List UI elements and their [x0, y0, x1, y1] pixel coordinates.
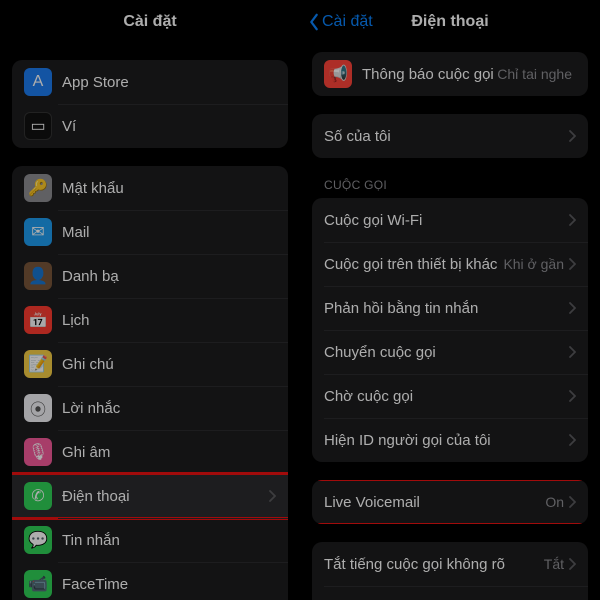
- sms-reply-row[interactable]: Phản hồi bằng tin nhắn: [312, 286, 588, 330]
- silence-unknown-row[interactable]: Tắt tiếng cuộc gọi không rõTắt: [312, 542, 588, 586]
- chevron-right-icon: [568, 346, 576, 358]
- voice-memo-label: Ghi âm: [62, 444, 276, 461]
- mail-label: Mail: [62, 224, 276, 241]
- chevron-right-icon: [568, 496, 576, 508]
- left-header: Cài đặt: [0, 0, 300, 44]
- sidebar-item-mail[interactable]: ✉︎ Mail: [12, 210, 288, 254]
- reminders-label: Lời nhắc: [62, 400, 276, 417]
- chevron-right-icon: [268, 490, 276, 502]
- phone-label: Điện thoại: [62, 488, 268, 505]
- chevron-right-icon: [568, 258, 576, 270]
- left-group-1: A App Store ▭ Ví: [12, 60, 288, 148]
- sidebar-item-passwords[interactable]: 🔑 Mật khẩu: [12, 166, 288, 210]
- section-calls-header: CUỘC GỌI: [324, 178, 576, 192]
- wallet-label: Ví: [62, 118, 276, 135]
- wallet-icon: ▭: [24, 112, 52, 140]
- live-voicemail-row[interactable]: Live Voicemail On: [312, 480, 588, 524]
- silence-unknown-value: Tắt: [544, 556, 564, 572]
- messages-label: Tin nhắn: [62, 532, 276, 549]
- phone-icon: ✆: [24, 482, 52, 510]
- sidebar-item-reminders[interactable]: ⦿ Lời nhắc: [12, 386, 288, 430]
- call-forward-label: Chuyển cuộc gọi: [324, 344, 568, 361]
- right-group-notif: 📢 Thông báo cuộc gọi Chỉ tai nghe: [312, 52, 588, 96]
- announce-calls-row[interactable]: 📢 Thông báo cuộc gọi Chỉ tai nghe: [312, 52, 588, 96]
- sidebar-item-voice-memo[interactable]: 🎙 Ghi âm: [12, 430, 288, 474]
- contacts-label: Danh bạ: [62, 268, 276, 285]
- notes-icon: 📝: [24, 350, 52, 378]
- sidebar-item-facetime[interactable]: 📹 FaceTime: [12, 562, 288, 600]
- right-group-calls: Cuộc gọi Wi-Fi Cuộc gọi trên thiết bị khá…: [312, 198, 588, 462]
- other-devices-row[interactable]: Cuộc gọi trên thiết bị khácKhi ở gần: [312, 242, 588, 286]
- settings-left-panel: Cài đặt A App Store ▭ Ví 🔑 Mật khẩu ✉︎ Mail 👤 Da…: [0, 0, 300, 600]
- app-store-label: App Store: [62, 74, 276, 91]
- live-voicemail-value: On: [545, 494, 564, 510]
- sidebar-item-notes[interactable]: 📝 Ghi chú: [12, 342, 288, 386]
- sidebar-item-app-store[interactable]: A App Store: [12, 60, 288, 104]
- calendar-label: Lịch: [62, 312, 276, 329]
- voice-memo-icon: 🎙: [24, 438, 52, 466]
- mail-icon: ✉︎: [24, 218, 52, 246]
- silence-unknown-label: Tắt tiếng cuộc gọi không rõ: [324, 556, 544, 573]
- facetime-label: FaceTime: [62, 576, 276, 593]
- messages-icon: 💬: [24, 526, 52, 554]
- my-number-row[interactable]: Số của tôi: [312, 114, 588, 158]
- chevron-right-icon: [568, 390, 576, 402]
- sidebar-item-messages[interactable]: 💬 Tin nhắn: [12, 518, 288, 562]
- sidebar-item-calendar[interactable]: 📅 Lịch: [12, 298, 288, 342]
- settings-right-panel: Cài đặt Điện thoại 📢 Thông báo cuộc gọi …: [300, 0, 600, 600]
- right-group-voicemail: Live Voicemail On: [312, 480, 588, 524]
- reminders-icon: ⦿: [24, 394, 52, 422]
- right-header: Cài đặt Điện thoại: [300, 0, 600, 44]
- call-forward-row[interactable]: Chuyển cuộc gọi: [312, 330, 588, 374]
- wifi-calling-row[interactable]: Cuộc gọi Wi-Fi: [312, 198, 588, 242]
- notes-label: Ghi chú: [62, 356, 276, 373]
- call-waiting-label: Chờ cuộc gọi: [324, 388, 568, 405]
- sidebar-item-contacts[interactable]: 👤 Danh bạ: [12, 254, 288, 298]
- right-group-last: Tắt tiếng cuộc gọi không rõTắtChặn cuộc …: [312, 542, 588, 600]
- announce-value: Chỉ tai nghe: [497, 66, 572, 82]
- left-group-2: 🔑 Mật khẩu ✉︎ Mail 👤 Danh bạ 📅 Lịch 📝 Ghi chú ⦿ Lời…: [12, 166, 288, 600]
- passwords-icon: 🔑: [24, 174, 52, 202]
- chevron-right-icon: [568, 558, 576, 570]
- back-button[interactable]: Cài đặt: [308, 13, 373, 31]
- show-caller-id-row[interactable]: Hiện ID người gọi của tôi: [312, 418, 588, 462]
- wifi-calling-label: Cuộc gọi Wi-Fi: [324, 212, 568, 229]
- chevron-left-icon: [308, 13, 320, 31]
- chevron-right-icon: [568, 214, 576, 226]
- block-id-row[interactable]: Chặn cuộc gọi & ID: [312, 586, 588, 600]
- announce-label: Thông báo cuộc gọi: [362, 66, 497, 83]
- sms-reply-label: Phản hồi bằng tin nhắn: [324, 300, 568, 317]
- other-devices-label: Cuộc gọi trên thiết bị khác: [324, 256, 503, 273]
- facetime-icon: 📹: [24, 570, 52, 598]
- call-waiting-row[interactable]: Chờ cuộc gọi: [312, 374, 588, 418]
- my-number-label: Số của tôi: [324, 128, 568, 145]
- chevron-right-icon: [568, 130, 576, 142]
- calendar-icon: 📅: [24, 306, 52, 334]
- right-title: Điện thoại: [411, 13, 488, 31]
- passwords-label: Mật khẩu: [62, 180, 276, 197]
- show-caller-id-label: Hiện ID người gọi của tôi: [324, 432, 568, 449]
- back-label: Cài đặt: [322, 13, 373, 31]
- contacts-icon: 👤: [24, 262, 52, 290]
- chevron-right-icon: [568, 302, 576, 314]
- app-store-icon: A: [24, 68, 52, 96]
- left-title: Cài đặt: [123, 13, 176, 31]
- sidebar-item-phone[interactable]: ✆ Điện thoại: [12, 474, 288, 518]
- sidebar-item-wallet[interactable]: ▭ Ví: [12, 104, 288, 148]
- right-group-number: Số của tôi: [312, 114, 588, 158]
- live-voicemail-label: Live Voicemail: [324, 494, 545, 511]
- other-devices-value: Khi ở gần: [503, 256, 564, 272]
- chevron-right-icon: [568, 434, 576, 446]
- announce-icon: 📢: [324, 60, 352, 88]
